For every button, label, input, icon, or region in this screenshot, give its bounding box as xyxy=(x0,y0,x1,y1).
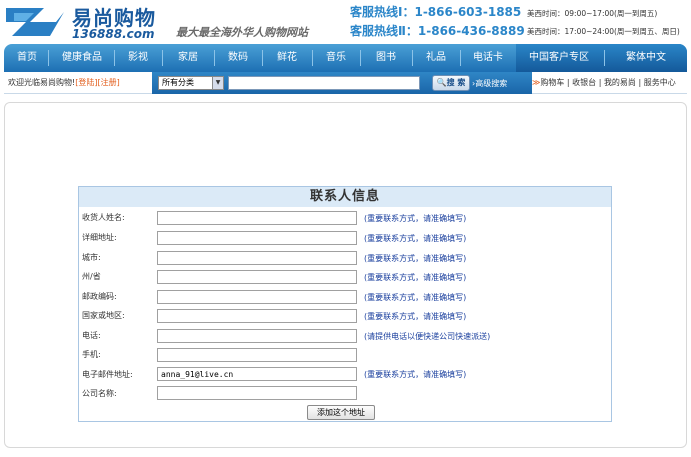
field-label-state: 州/省 xyxy=(82,272,101,281)
city-field[interactable] xyxy=(157,251,357,265)
logo-swoosh-icon xyxy=(6,8,64,36)
nav-divider xyxy=(312,50,313,66)
field-label-phone: 电话: xyxy=(82,331,101,340)
field-label-recipient-name: 收货人姓名: xyxy=(82,213,125,222)
field-label-country: 国家或地区: xyxy=(82,311,125,320)
checkout-link[interactable]: 收银台 xyxy=(572,78,596,87)
nav-item-home-goods[interactable]: 家居 xyxy=(166,44,210,72)
account-links: ≫购物车 | 收银台 | 我的易尚 | 服务中心 xyxy=(532,78,676,87)
nav-item-phone-cards[interactable]: 电话卡 xyxy=(464,44,512,72)
nav-item-traditional-chinese[interactable]: 繁体中文 xyxy=(608,44,684,72)
search-input[interactable] xyxy=(228,76,420,90)
logo-url: 136888.com xyxy=(72,27,155,41)
zip-field[interactable] xyxy=(157,290,357,304)
service-hours-1: 美西时间：09:00~17:00(周一到周五) xyxy=(527,9,658,18)
email-field[interactable] xyxy=(157,367,357,381)
welcome-text: 欢迎光临易尚购物! xyxy=(8,78,76,87)
country-field[interactable] xyxy=(157,309,357,323)
mobile-field[interactable] xyxy=(157,348,357,362)
site-header: 易尚购物 136888.com 最大最全海外华人购物网站 客服热线Ⅰ：1-866… xyxy=(0,0,691,44)
field-label-company: 公司名称: xyxy=(82,389,117,398)
field-hint: (重要联系方式，请准确填写) xyxy=(364,312,467,321)
hotline-2: 客服热线Ⅱ：1-866-436-8889 xyxy=(350,24,525,38)
welcome-message: 欢迎光临易尚购物![登陆][注册] xyxy=(8,77,120,88)
service-hours-2: 美西时间：17:00~24:00(周一到周五、周日) xyxy=(527,27,680,36)
service-center-link[interactable]: 服务中心 xyxy=(644,78,676,87)
nav-item-home[interactable]: 首页 xyxy=(8,44,46,72)
site-logo[interactable]: 易尚购物 136888.com xyxy=(4,2,174,42)
nav-divider xyxy=(460,50,461,66)
nav-divider xyxy=(360,50,361,66)
field-hint: (重要联系方式，请准确填写) xyxy=(364,370,467,379)
nav-divider xyxy=(412,50,413,66)
state-field[interactable] xyxy=(157,270,357,284)
field-hint: (重要联系方式，请准确填写) xyxy=(364,214,467,223)
nav-item-health-food[interactable]: 健康食品 xyxy=(52,44,112,72)
nav-divider xyxy=(214,50,215,66)
field-hint: (请提供电话以便快递公司快速派送) xyxy=(364,332,491,341)
nav-item-flowers[interactable]: 鲜花 xyxy=(266,44,308,72)
field-hint: (重要联系方式，请准确填写) xyxy=(364,293,467,302)
chevron-down-icon[interactable]: ▼ xyxy=(212,77,223,89)
search-button-label: 搜 索 xyxy=(446,78,466,87)
search-bar: 欢迎光临易尚购物![登陆][注册] 所有分类 ▼ 🔍搜 索 ›高级搜索 ≫购物车… xyxy=(4,72,687,94)
field-hint: (重要联系方式，请准确填写) xyxy=(364,234,467,243)
nav-divider xyxy=(262,50,263,66)
category-select[interactable]: 所有分类 ▼ xyxy=(158,76,224,90)
nav-divider xyxy=(114,50,115,66)
company-field[interactable] xyxy=(157,386,357,400)
advanced-search-link[interactable]: ›高级搜索 xyxy=(472,78,507,89)
site-slogan: 最大最全海外华人购物网站 xyxy=(176,26,308,39)
search-button[interactable]: 🔍搜 索 xyxy=(432,75,470,91)
address-field[interactable] xyxy=(157,231,357,245)
field-label-address: 详细地址: xyxy=(82,233,117,242)
recipient-name-field[interactable] xyxy=(157,211,357,225)
nav-divider xyxy=(48,50,49,66)
my-account-link[interactable]: 我的易尚 xyxy=(604,78,636,87)
field-label-email: 电子邮件地址: xyxy=(82,370,133,379)
category-value: 所有分类 xyxy=(162,78,194,87)
add-address-button[interactable]: 添加这个地址 xyxy=(307,405,375,420)
hotline-1: 客服热线Ⅰ：1-866-603-1885 xyxy=(350,5,522,19)
nav-item-music[interactable]: 音乐 xyxy=(316,44,356,72)
login-link[interactable]: [登陆] xyxy=(75,78,97,87)
field-hint: (重要联系方式，请准确填写) xyxy=(364,254,467,263)
nav-item-books[interactable]: 图书 xyxy=(364,44,408,72)
phone-field[interactable] xyxy=(157,329,357,343)
search-icon: 🔍 xyxy=(436,78,447,87)
nav-item-digital[interactable]: 数码 xyxy=(218,44,258,72)
nav-divider xyxy=(162,50,163,66)
nav-item-china-zone[interactable]: 中国客户专区 xyxy=(516,44,602,72)
nav-divider xyxy=(604,50,605,66)
form-title: 联系人信息 xyxy=(79,187,611,207)
field-label-mobile: 手机: xyxy=(82,350,101,359)
nav-item-gifts[interactable]: 礼品 xyxy=(416,44,456,72)
advanced-search-label: 高级搜索 xyxy=(475,79,508,88)
main-nav: 首页 健康食品 影视 家居 数码 鲜花 音乐 图书 礼品 电话卡 中国客户专区 … xyxy=(4,44,687,72)
register-link[interactable]: [注册] xyxy=(97,78,119,87)
cart-link[interactable]: 购物车 xyxy=(540,78,564,87)
field-label-zip: 邮政编码: xyxy=(82,292,117,301)
nav-item-movies[interactable]: 影视 xyxy=(118,44,158,72)
field-label-city: 城市: xyxy=(82,253,101,262)
field-hint: (重要联系方式，请准确填写) xyxy=(364,273,467,282)
